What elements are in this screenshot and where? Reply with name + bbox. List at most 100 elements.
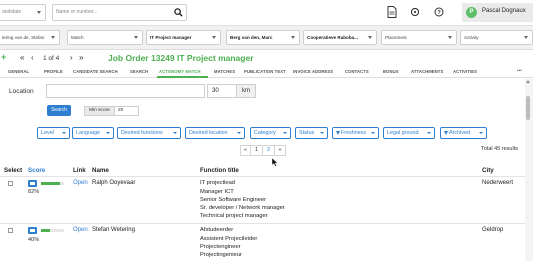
help-icon[interactable]: ? xyxy=(434,6,444,18)
facet-status[interactable]: Status xyxy=(295,127,328,139)
facet-legal-ground[interactable]: Legal ground xyxy=(383,127,435,139)
score-detail-icon[interactable] xyxy=(28,180,37,187)
chevron-down-icon xyxy=(134,36,138,39)
next-record-icon[interactable]: › xyxy=(70,53,73,62)
scrollbar-thumb[interactable] xyxy=(526,96,530,120)
chevron-down-icon xyxy=(173,132,177,134)
user-name: Pascal Dognaux xyxy=(482,8,526,14)
tab-activities[interactable]: ACTIVITIES xyxy=(453,69,477,74)
last-record-icon[interactable]: » xyxy=(79,53,83,62)
job-order-select[interactable]: IT Project manager xyxy=(146,30,221,45)
refresh-icon[interactable] xyxy=(410,6,420,18)
function-title: Sr. developer / Network manager xyxy=(200,205,285,211)
chevron-down-icon xyxy=(237,132,241,134)
top-bar: andidate Name or number... ? P Pascal Do… xyxy=(0,0,533,26)
tab-search[interactable]: SEARCH xyxy=(130,69,148,74)
search-button[interactable]: Search xyxy=(47,105,71,116)
avatar: P xyxy=(466,7,477,18)
results-total: Total 45 results xyxy=(481,146,518,152)
candidate-context-select[interactable]: tering van de, Stefan xyxy=(0,30,60,45)
chevron-down-icon xyxy=(427,132,431,134)
tab-bonus[interactable]: BONUS xyxy=(383,69,399,74)
search-icon[interactable] xyxy=(174,8,183,17)
filter-icon xyxy=(336,130,340,135)
previous-record-icon[interactable]: ‹ xyxy=(31,53,34,62)
add-icon[interactable]: + xyxy=(1,52,6,62)
first-record-icon[interactable]: « xyxy=(20,53,24,62)
row-select-checkbox[interactable] xyxy=(8,181,13,186)
match-select[interactable]: Match xyxy=(67,30,143,45)
facet-language[interactable]: Language xyxy=(72,127,114,139)
column-header-name: Name xyxy=(92,167,109,174)
company-select[interactable]: Cooperatieve Raboba... xyxy=(303,30,377,45)
location-label: Location xyxy=(9,88,34,95)
facet-language-label: Language xyxy=(76,130,100,136)
candidate-type-label: andidate xyxy=(2,9,22,15)
record-position: 1 of 4 xyxy=(43,55,60,62)
candidate-type-select[interactable]: andidate xyxy=(0,4,46,21)
pagination-prev[interactable]: « xyxy=(240,145,251,156)
facet-desired-location[interactable]: Desired location xyxy=(185,127,245,139)
facet-category[interactable]: Category xyxy=(250,127,291,139)
pagination-page-2[interactable]: 2 xyxy=(263,145,275,156)
tab-profile[interactable]: PROFILE xyxy=(44,69,63,74)
pagination-page-1[interactable]: 1 xyxy=(251,145,263,156)
chevron-down-icon xyxy=(51,36,55,39)
score-bar xyxy=(41,182,64,185)
tab-publication-text[interactable]: PUBLICATION TEXT xyxy=(244,69,286,74)
tab-attachments[interactable]: ATTACHMENTS xyxy=(411,69,443,74)
facet-archived-label: Archived xyxy=(449,130,470,136)
facet-category-label: Category xyxy=(254,130,276,136)
record-tabs: GENERAL PROFILE CANDIDATE SEARCH SEARCH … xyxy=(0,67,533,78)
tab-general[interactable]: GENERAL xyxy=(8,69,29,74)
chevron-down-icon xyxy=(524,36,528,39)
function-title: Projectengineer xyxy=(200,244,241,250)
placement-label: Placement xyxy=(385,35,407,40)
function-title: IT projectlead xyxy=(200,180,236,186)
contact-select[interactable]: Berg van den, Marc xyxy=(226,30,300,45)
min-score-input[interactable]: 20 xyxy=(115,106,139,116)
placement-select[interactable]: Placement xyxy=(381,30,457,45)
name-search-input[interactable]: Name or number... xyxy=(52,4,187,21)
svg-text:?: ? xyxy=(437,10,441,16)
facet-archived[interactable]: Archived xyxy=(440,127,487,139)
facet-desired-functions-label: Desired functions xyxy=(121,130,163,136)
context-filter-bar: tering van de, Stefan Match IT Project m… xyxy=(0,26,533,50)
column-header-city: City xyxy=(482,167,494,174)
score-detail-icon[interactable] xyxy=(28,227,37,234)
column-header-score[interactable]: Score xyxy=(28,167,45,174)
facet-status-label: Status xyxy=(299,130,315,136)
facet-level[interactable]: Level xyxy=(37,127,70,139)
candidate-name: Stefan Wetering xyxy=(92,227,135,233)
function-title: Senior Software Engineer xyxy=(200,197,267,203)
candidate-city: Geldrop xyxy=(482,227,504,233)
tab-matches[interactable]: MATCHES xyxy=(214,69,235,74)
facet-desired-functions[interactable]: Desired functions xyxy=(117,127,181,139)
document-icon[interactable] xyxy=(387,6,397,18)
open-link[interactable]: Open xyxy=(73,227,88,233)
contact-label: Berg van den, Marc xyxy=(230,35,273,40)
scroll-up-icon[interactable] xyxy=(526,80,530,83)
more-tabs-icon[interactable]: ••• xyxy=(517,68,522,73)
location-input[interactable] xyxy=(46,84,205,98)
radius-input[interactable]: 30 xyxy=(207,84,237,98)
active-tab-indicator xyxy=(157,76,208,78)
tab-actonomy-match[interactable]: ACTONOMY MATCH xyxy=(159,69,201,74)
function-title: Manager ICT xyxy=(200,189,234,195)
function-title: Projectingenieur xyxy=(200,252,242,258)
tab-candidate-search[interactable]: CANDIDATE SEARCH xyxy=(73,69,118,74)
column-header-link: Link xyxy=(73,167,86,174)
score-bar xyxy=(41,229,64,232)
tab-contacts[interactable]: CONTACTS xyxy=(345,69,369,74)
score-percentage: 82% xyxy=(28,189,40,195)
user-menu[interactable]: P Pascal Dognaux xyxy=(462,3,533,22)
chevron-down-icon xyxy=(37,11,41,14)
chevron-down-icon xyxy=(448,36,452,39)
facet-freshness[interactable]: Freshness xyxy=(332,127,379,139)
tab-invoice-address[interactable]: INVOICE ADDRESS xyxy=(293,69,333,74)
pagination-next[interactable]: » xyxy=(275,145,286,156)
row-select-checkbox[interactable] xyxy=(8,228,13,233)
chevron-down-icon xyxy=(212,36,216,39)
open-link[interactable]: Open xyxy=(73,180,88,186)
activity-select[interactable]: Activity xyxy=(460,30,533,45)
